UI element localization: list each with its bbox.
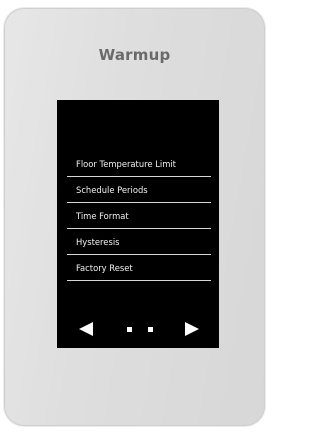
page-dot-icon bbox=[127, 327, 132, 332]
triangle-left-icon[interactable] bbox=[79, 322, 93, 336]
brand-logo: Warmup bbox=[98, 46, 171, 64]
settings-menu: Floor Temperature Limit Schedule Periods… bbox=[67, 151, 211, 281]
touch-screen: Floor Temperature Limit Schedule Periods… bbox=[57, 100, 219, 348]
page-navigation bbox=[57, 318, 219, 338]
triangle-right-icon[interactable] bbox=[185, 322, 199, 336]
menu-item-factory-reset[interactable]: Factory Reset bbox=[67, 255, 211, 281]
thermostat-device: Warmup Floor Temperature Limit Schedule … bbox=[4, 8, 265, 426]
menu-item-floor-temperature-limit[interactable]: Floor Temperature Limit bbox=[67, 151, 211, 177]
page-dot-icon bbox=[148, 327, 153, 332]
menu-item-schedule-periods[interactable]: Schedule Periods bbox=[67, 177, 211, 203]
menu-item-time-format[interactable]: Time Format bbox=[67, 203, 211, 229]
menu-item-hysteresis[interactable]: Hysteresis bbox=[67, 229, 211, 255]
